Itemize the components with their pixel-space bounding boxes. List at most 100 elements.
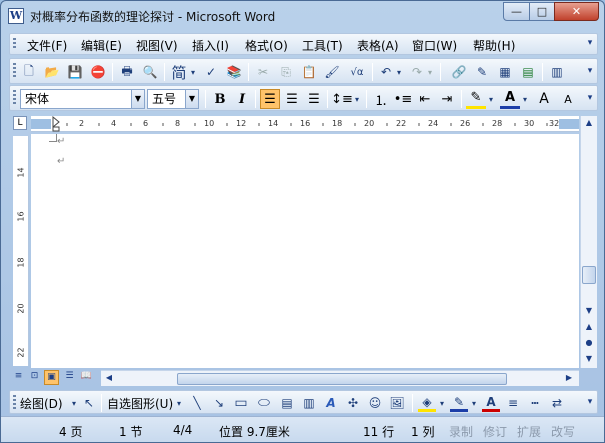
web-view-icon[interactable]: ⊡	[27, 370, 42, 385]
scroll-left-icon[interactable]: ◀	[103, 373, 115, 382]
vertical-text-box-icon[interactable]: ▥	[300, 394, 318, 412]
previous-page-icon[interactable]: ▲	[583, 322, 595, 331]
horizontal-scrollbar[interactable]: ◀ ▶	[101, 370, 579, 386]
toolbar-options-icon[interactable]: ▾	[585, 397, 595, 407]
toolbar-grip[interactable]	[13, 38, 16, 50]
align-right-icon[interactable]: ☰	[304, 89, 324, 109]
draw-dropdown-icon[interactable]: ▾	[70, 394, 78, 412]
toolbar-grip[interactable]	[13, 63, 16, 79]
spelling-icon[interactable]: ✓	[202, 63, 220, 81]
autoshapes-button[interactable]: 自选图形(U)	[107, 395, 173, 412]
toolbar-options-icon[interactable]: ▾	[585, 93, 595, 103]
hyperlink-icon[interactable]: 🔗	[450, 63, 468, 81]
print-icon[interactable]: 🖶	[118, 63, 136, 81]
menu-format[interactable]: 格式(O)	[245, 37, 288, 54]
new-document-icon[interactable]: 🗋	[20, 63, 38, 81]
browse-object-icon[interactable]: ●	[583, 338, 595, 347]
oval-tool-icon[interactable]: ⬭	[255, 394, 273, 412]
decrease-indent-icon[interactable]: ⇤	[415, 89, 435, 109]
fill-color-icon[interactable]: ◈	[418, 394, 436, 412]
print-preview-icon[interactable]: 🔍	[141, 63, 159, 81]
horizontal-scroll-thumb[interactable]	[177, 373, 507, 385]
text-box-icon[interactable]: ▤	[278, 394, 296, 412]
menu-insert[interactable]: 插入(I)	[192, 37, 229, 54]
status-extend[interactable]: 扩展	[517, 423, 541, 440]
tab-selector[interactable]: L	[13, 116, 27, 130]
chevron-down-icon[interactable]: ▼	[131, 90, 144, 108]
next-page-icon[interactable]: ▼	[583, 354, 595, 363]
line-tool-icon[interactable]: ╲	[188, 394, 206, 412]
research-icon[interactable]: 📚	[225, 63, 243, 81]
font-color-dropdown-icon[interactable]: ▾	[521, 90, 529, 108]
align-left-icon[interactable]: ☰	[260, 89, 280, 109]
cut-icon[interactable]: ✂	[254, 63, 272, 81]
open-icon[interactable]: 📂	[43, 63, 61, 81]
print-layout-icon[interactable]: ▣	[44, 370, 59, 385]
maximize-button[interactable]: □	[529, 2, 555, 21]
rectangle-tool-icon[interactable]: ▭	[232, 394, 250, 412]
grow-font-icon[interactable]: A	[534, 89, 554, 109]
wordart-icon[interactable]: A	[322, 394, 340, 412]
toolbar-grip[interactable]	[13, 395, 16, 409]
increase-indent-icon[interactable]: ⇥	[437, 89, 457, 109]
status-record[interactable]: 录制	[449, 423, 473, 440]
highlight-icon[interactable]: ✎	[466, 89, 486, 109]
status-track-changes[interactable]: 修订	[483, 423, 507, 440]
scroll-down-icon[interactable]: ▼	[583, 306, 595, 315]
reading-view-icon[interactable]: 📖	[79, 370, 94, 385]
font-name-select[interactable]: 宋体 ▼	[20, 89, 145, 109]
format-painter-icon[interactable]: 🖌	[323, 63, 341, 81]
minimize-button[interactable]: —	[503, 2, 530, 21]
line-color-dropdown-icon[interactable]: ▾	[470, 394, 478, 412]
dash-style-icon[interactable]: ┅	[526, 394, 544, 412]
select-objects-icon[interactable]: ↖	[80, 394, 98, 412]
close-button[interactable]: ✕	[554, 2, 599, 21]
clip-art-icon[interactable]: ☺	[366, 394, 384, 412]
redo-dropdown-icon[interactable]: ▾	[426, 63, 434, 81]
equation-icon[interactable]: √α	[346, 63, 368, 81]
dropdown-arrow-icon[interactable]: ▾	[189, 63, 197, 81]
shrink-font-icon[interactable]: A	[558, 89, 578, 109]
bold-button[interactable]: B	[210, 89, 230, 109]
undo-dropdown-icon[interactable]: ▾	[395, 63, 403, 81]
status-overtype[interactable]: 改写	[551, 423, 575, 440]
word-app-icon[interactable]: W	[8, 8, 24, 24]
highlight-dropdown-icon[interactable]: ▾	[487, 90, 495, 108]
copy-icon[interactable]: ⎘	[277, 63, 295, 81]
columns-icon[interactable]: ▥	[548, 63, 566, 81]
outline-view-icon[interactable]: ☰	[62, 370, 77, 385]
insert-picture-icon[interactable]: 🖼	[388, 394, 406, 412]
horizontal-ruler[interactable]: 2 4 6 8 10 12 14 16 18 20 22 24 26 28 30…	[31, 115, 579, 132]
autoshapes-dropdown-icon[interactable]: ▾	[175, 394, 183, 412]
vertical-scroll-thumb[interactable]	[582, 266, 596, 284]
undo-icon[interactable]: ↶	[377, 63, 395, 81]
redo-icon[interactable]: ↷	[408, 63, 426, 81]
normal-view-icon[interactable]: ≡	[11, 370, 26, 385]
menu-file[interactable]: 文件(F)	[27, 37, 67, 54]
permission-icon[interactable]: ⛔	[89, 63, 107, 81]
font-size-select[interactable]: 五号 ▼	[147, 89, 199, 109]
menu-edit[interactable]: 编辑(E)	[81, 37, 122, 54]
draw-menu-button[interactable]: 绘图(D)	[20, 395, 63, 412]
arrow-tool-icon[interactable]: ↘	[210, 394, 228, 412]
menu-tools[interactable]: 工具(T)	[302, 37, 343, 54]
line-color-icon[interactable]: ✎	[450, 394, 468, 412]
simplified-chinese-icon[interactable]: 简	[170, 63, 188, 82]
fill-color-dropdown-icon[interactable]: ▾	[438, 394, 446, 412]
menu-table[interactable]: 表格(A)	[357, 37, 399, 54]
save-icon[interactable]: 💾	[66, 63, 84, 81]
line-spacing-icon[interactable]: ↕≡	[331, 89, 353, 109]
scroll-right-icon[interactable]: ▶	[563, 373, 575, 382]
toolbar-grip[interactable]	[13, 90, 16, 106]
draw-font-color-icon[interactable]: A	[482, 394, 500, 412]
vertical-ruler[interactable]: 14 16 18 20 22	[13, 136, 29, 366]
line-spacing-dropdown-icon[interactable]: ▾	[353, 90, 361, 108]
bullets-icon[interactable]: •≡	[393, 89, 413, 109]
tables-borders-icon[interactable]: ✎	[473, 63, 491, 81]
font-color-icon[interactable]: A	[500, 89, 520, 109]
toolbar-options-icon[interactable]: ▾	[585, 66, 595, 76]
italic-button[interactable]: I	[232, 89, 252, 109]
arrow-style-icon[interactable]: ⇄	[548, 394, 566, 412]
menu-view[interactable]: 视图(V)	[136, 37, 178, 54]
diagram-icon[interactable]: ✣	[344, 394, 362, 412]
